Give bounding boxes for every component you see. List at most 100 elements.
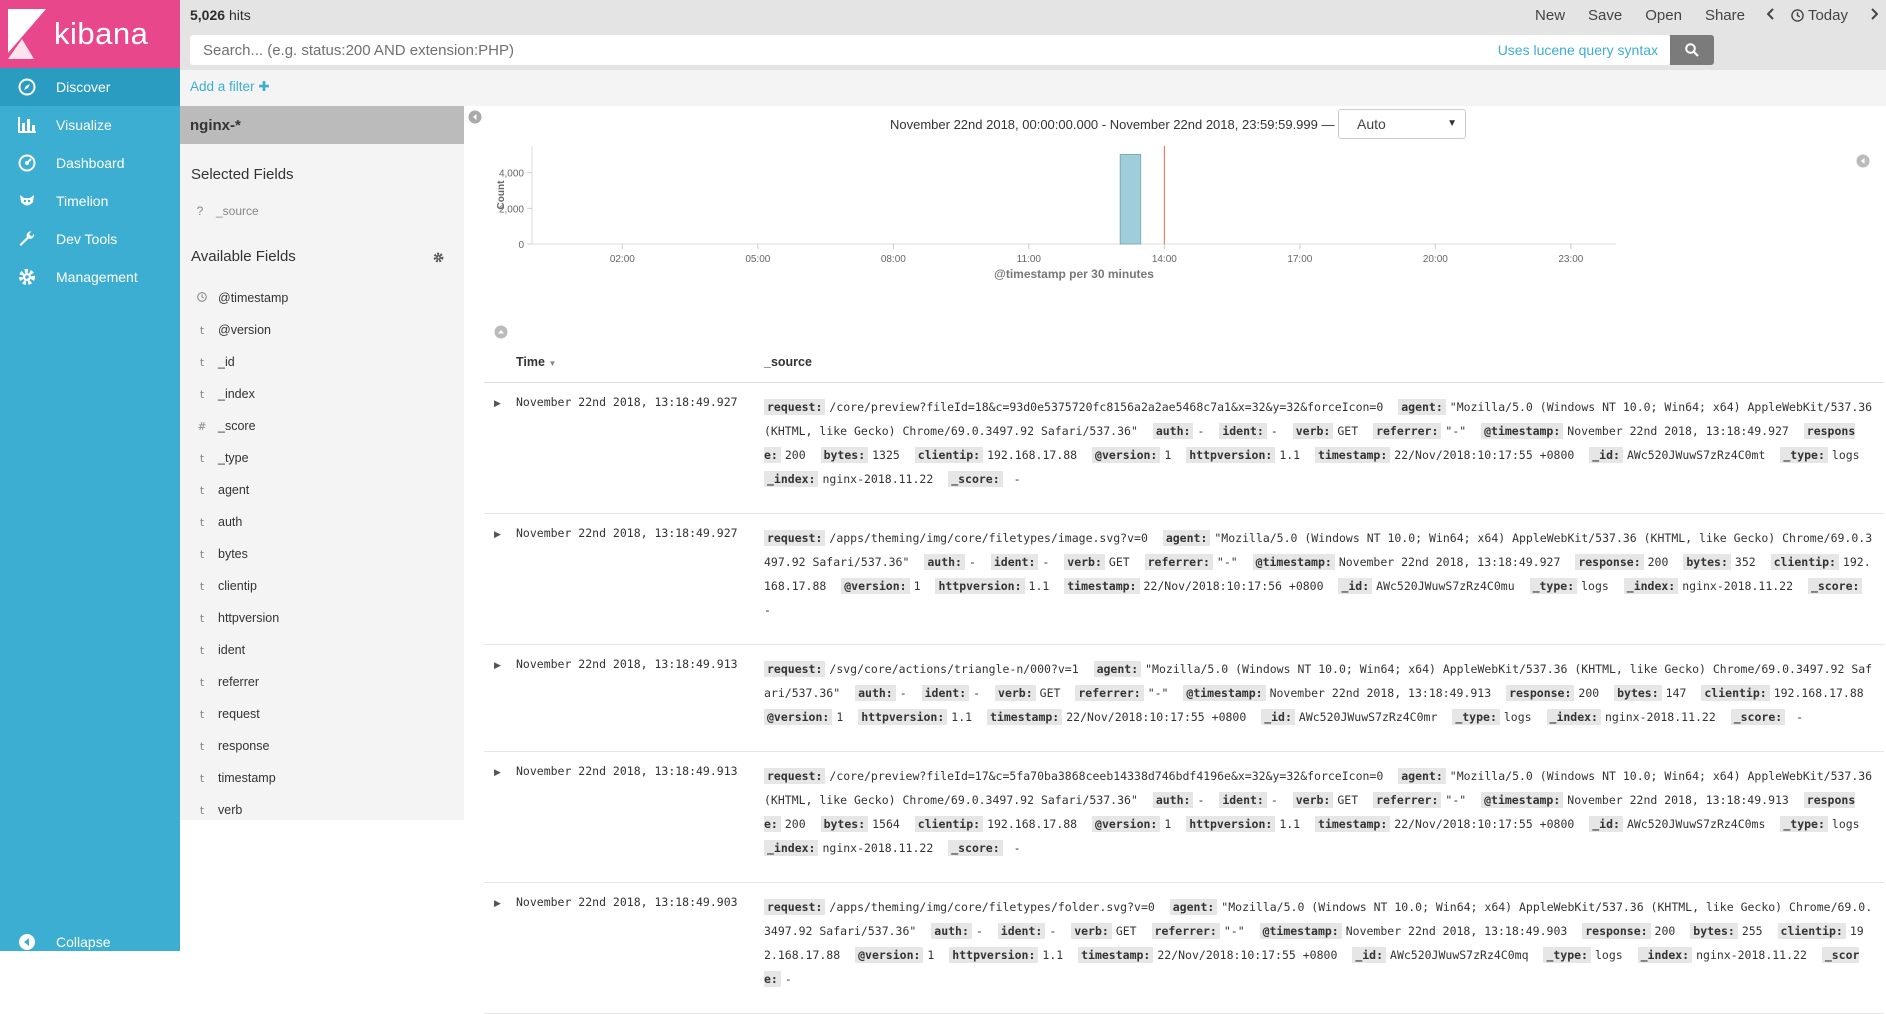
source-key: _index: [1623, 578, 1679, 594]
source-key: clientip: [914, 447, 984, 463]
column-header-time[interactable]: Time ▼ [516, 355, 556, 369]
field-item[interactable]: t _id [180, 346, 464, 378]
collapse-sidebar-icon[interactable] [468, 110, 482, 129]
interval-select[interactable]: Auto ▼ [1338, 109, 1466, 139]
collapse-chart-icon[interactable] [494, 325, 508, 344]
histogram-bar [1119, 154, 1142, 245]
field-item[interactable]: t httpversion [180, 602, 464, 634]
source-key: _index: [764, 840, 819, 856]
query-bar: Uses lucene query syntax [180, 30, 1886, 70]
field-item[interactable]: t verb [180, 794, 464, 826]
field-item[interactable]: t request [180, 698, 464, 730]
open-button[interactable]: Open [1645, 7, 1682, 24]
table-row: ▶ November 22nd 2018, 13:18:49.903 request… [484, 883, 1884, 1014]
source-key: timestamp: [1064, 578, 1140, 594]
row-source: request:/core/preview?fileId=18&c=93d0e5… [764, 383, 1876, 513]
search-button[interactable] [1670, 35, 1714, 65]
source-value: - [899, 686, 907, 700]
expand-row-icon[interactable]: ▶ [494, 529, 501, 540]
nav-item-discover[interactable]: Discover [0, 68, 180, 106]
field-item[interactable]: t clientip [180, 570, 464, 602]
source-value: nginx-2018.11.22 [1696, 948, 1807, 962]
source-key: auth: [931, 923, 972, 939]
lucene-syntax-link[interactable]: Uses lucene query syntax [1498, 42, 1658, 58]
filter-bar: Add a filter ✚ [180, 70, 1886, 106]
field-item[interactable]: @timestamp [180, 282, 464, 314]
new-button[interactable]: New [1535, 7, 1565, 24]
x-tick-label: 11:00 [1017, 254, 1042, 265]
source-key: ident: [921, 685, 970, 701]
expand-row-icon[interactable]: ▶ [494, 767, 501, 778]
add-filter-button[interactable]: Add a filter ✚ [190, 79, 270, 95]
field-item[interactable]: t ident [180, 634, 464, 666]
expand-row-icon[interactable]: ▶ [494, 898, 501, 909]
row-time: November 22nd 2018, 13:18:49.913 [516, 657, 738, 671]
source-key: _score: [1807, 578, 1863, 594]
source-key: _id: [1338, 578, 1373, 594]
source-value: 1325 [872, 448, 900, 462]
field-item[interactable]: t timestamp [180, 762, 464, 794]
source-key: auth: [924, 554, 965, 570]
field-item[interactable]: t response [180, 730, 464, 762]
top-menu: New Save Open Share Today [1512, 0, 1879, 30]
field-item[interactable]: t auth [180, 506, 464, 538]
sort-desc-icon: ▼ [548, 359, 557, 368]
source-value: 1 [1164, 448, 1172, 462]
source-value: 147 [1665, 686, 1687, 700]
source-value: - [1270, 793, 1278, 807]
gear-icon [16, 266, 38, 288]
search-icon [1685, 43, 1699, 57]
search-input[interactable] [190, 35, 1430, 65]
field-item[interactable]: t bytes [180, 538, 464, 570]
source-key: @timestamp: [1481, 792, 1564, 808]
nav-item-dev-tools[interactable]: Dev Tools [0, 220, 180, 258]
nav-item-management[interactable]: Management [0, 258, 180, 296]
nav-item-dashboard[interactable]: Dashboard [0, 144, 180, 182]
source-key: _type: [1543, 947, 1591, 963]
x-tick-label: 14:00 [1152, 254, 1177, 265]
source-key: ident: [997, 923, 1046, 939]
source-key: request: [764, 399, 826, 415]
expand-row-icon[interactable]: ▶ [494, 398, 501, 409]
share-button[interactable]: Share [1705, 7, 1745, 24]
field-item[interactable]: # _score [180, 410, 464, 442]
expand-row-icon[interactable]: ▶ [494, 660, 501, 671]
nav-collapse-button[interactable]: Collapse [0, 928, 180, 956]
source-key: timestamp: [987, 709, 1063, 725]
plus-icon: ✚ [258, 79, 270, 94]
nav-item-timelion[interactable]: Timelion [0, 182, 180, 220]
string-type-icon: t [199, 387, 205, 401]
field-item[interactable]: t _index [180, 378, 464, 410]
timepicker-button[interactable]: Today [1791, 7, 1848, 24]
time-range-label: November 22nd 2018, 00:00:00.000 - Novem… [890, 117, 1335, 132]
source-key: _id: [1352, 947, 1387, 963]
index-pattern-selector[interactable]: nginx-* [180, 106, 464, 144]
field-name: request [218, 707, 260, 721]
field-settings-gear-icon[interactable] [433, 250, 444, 268]
source-key: response: [1506, 685, 1575, 701]
source-value: AWc520JWuwS7zRz4C0mr [1298, 710, 1438, 724]
time-back-icon[interactable] [1766, 7, 1775, 23]
date-type-icon [193, 291, 211, 305]
source-key: referrer: [1144, 554, 1213, 570]
string-type-icon: t [199, 483, 205, 497]
source-value: 1 [927, 948, 935, 962]
source-key: _id: [1589, 447, 1623, 463]
kibana-logo[interactable]: kibana [0, 0, 180, 68]
string-type-icon: t [199, 803, 205, 817]
source-key: agent: [1398, 399, 1446, 415]
field-item[interactable]: t @version [180, 314, 464, 346]
source-key: verb: [995, 685, 1036, 701]
nav-item-visualize[interactable]: Visualize [0, 106, 180, 144]
field-item[interactable]: t agent [180, 474, 464, 506]
field-item[interactable]: t _type [180, 442, 464, 474]
time-forward-icon[interactable] [1870, 7, 1879, 23]
y-tick-label: 0 [518, 240, 524, 251]
field-item[interactable]: t referrer [180, 666, 464, 698]
source-key: bytes: [1683, 554, 1731, 570]
save-button[interactable]: Save [1588, 7, 1622, 24]
source-key: clientip: [1701, 685, 1770, 701]
source-value: - [968, 555, 976, 569]
selected-field-source[interactable]: ? _source [191, 204, 259, 218]
source-key: _id: [1261, 709, 1295, 725]
